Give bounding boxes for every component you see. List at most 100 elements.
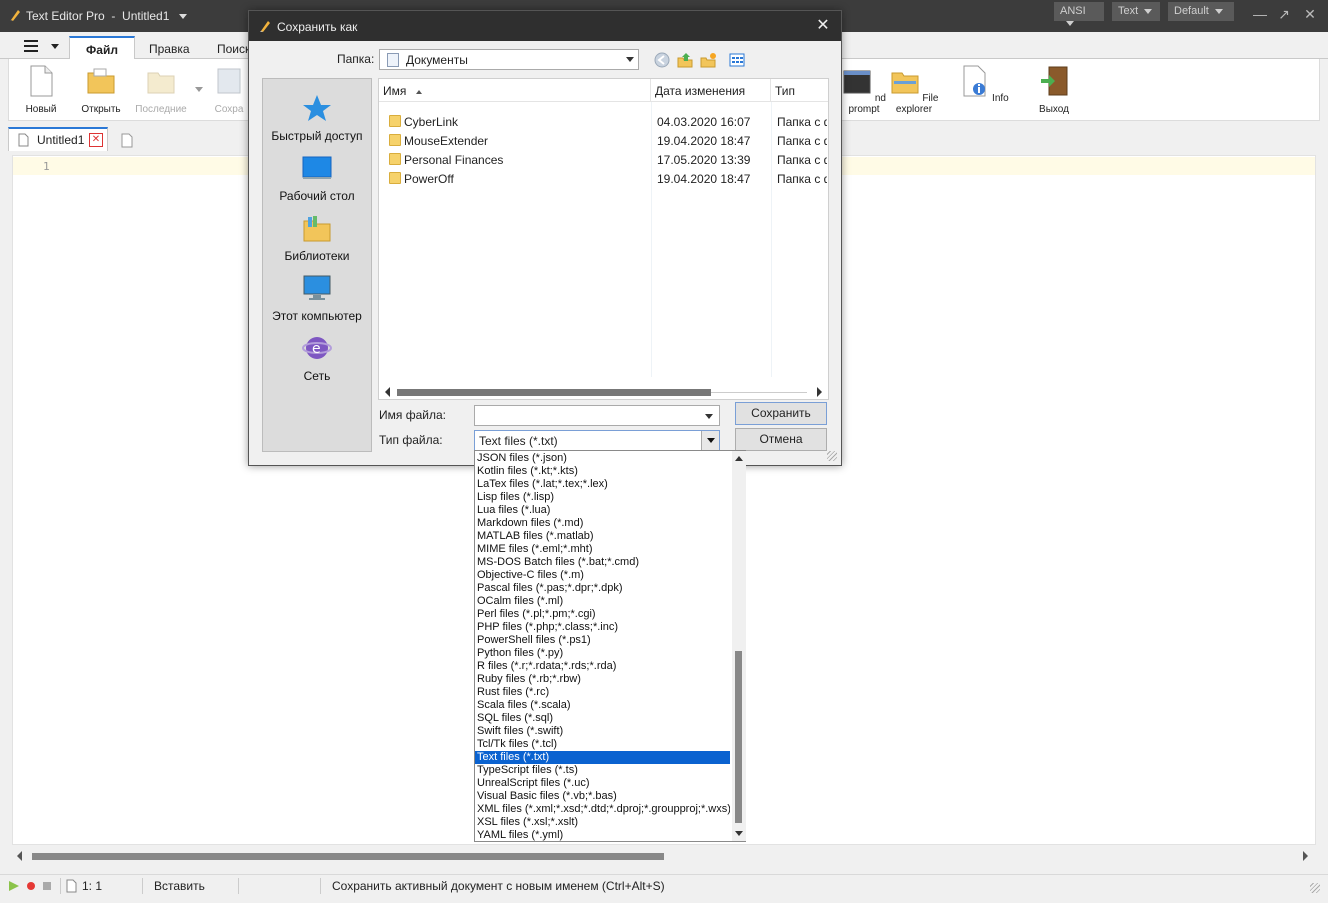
info-button[interactable]: Info: [954, 65, 1014, 104]
filetype-option[interactable]: OCalm files (*.ml): [475, 595, 730, 608]
filetype-option[interactable]: Markdown files (*.md): [475, 517, 730, 530]
info-icon: [963, 65, 986, 97]
maximize-button[interactable]: ↗: [1276, 6, 1292, 22]
chevron-down-icon[interactable]: [705, 414, 713, 419]
column-date[interactable]: Дата изменения: [651, 79, 771, 102]
scroll-up-icon[interactable]: [735, 456, 743, 461]
scroll-down-icon[interactable]: [735, 831, 743, 836]
filetype-option[interactable]: Ruby files (*.rb;*.rbw): [475, 673, 730, 686]
column-name[interactable]: Имя: [379, 79, 651, 102]
place-quick-access[interactable]: Быстрый доступ: [263, 93, 371, 143]
column-type[interactable]: Тип: [771, 79, 828, 102]
scrollbar-thumb[interactable]: [397, 389, 711, 396]
tab-file[interactable]: Файл: [69, 36, 135, 60]
filetype-option[interactable]: XSL files (*.xsl;*.xslt): [475, 816, 730, 829]
filetype-option[interactable]: Swift files (*.swift): [475, 725, 730, 738]
stop-macro-icon[interactable]: [42, 881, 52, 891]
folder-selector[interactable]: Документы: [379, 49, 639, 70]
filetype-option[interactable]: PowerShell files (*.ps1): [475, 634, 730, 647]
filetype-option[interactable]: MATLAB files (*.matlab): [475, 530, 730, 543]
filetype-option[interactable]: Visual Basic files (*.vb;*.bas): [475, 790, 730, 803]
back-icon[interactable]: [654, 52, 670, 68]
new-button[interactable]: Новый: [11, 65, 71, 115]
theme-selector[interactable]: Default: [1168, 2, 1234, 21]
encoding-selector[interactable]: ANSI: [1054, 2, 1104, 26]
filetype-option[interactable]: JSON files (*.json): [475, 452, 730, 465]
filetype-dropdown-list[interactable]: JSON files (*.json) Kotlin files (*.kt;*.…: [474, 450, 746, 842]
filetype-option[interactable]: Pascal files (*.pas;*.dpr;*.dpk): [475, 582, 730, 595]
scroll-left-icon[interactable]: [385, 387, 390, 397]
new-folder-icon[interactable]: [700, 52, 716, 68]
dialog-close-button[interactable]: ✕: [813, 16, 833, 36]
filetype-option[interactable]: LaTex files (*.lat;*.tex;*.lex): [475, 478, 730, 491]
filetype-option[interactable]: Perl files (*.pl;*.pm;*.cgi): [475, 608, 730, 621]
open-button[interactable]: Открыть: [71, 65, 131, 115]
filetype-option[interactable]: UnrealScript files (*.uc): [475, 777, 730, 790]
document-tab[interactable]: Untitled1 ✕: [8, 127, 108, 151]
file-explorer-button[interactable]: File explorer: [884, 65, 944, 115]
line-number: 1: [43, 160, 50, 173]
resize-grip[interactable]: [827, 451, 837, 461]
recent-button[interactable]: Последние: [131, 65, 191, 115]
record-macro-icon[interactable]: [26, 881, 36, 891]
syntax-selector[interactable]: Text: [1112, 2, 1160, 21]
close-window-button[interactable]: ✕: [1302, 6, 1318, 22]
file-row[interactable]: Personal Finances 17.05.2020 13:39 Папка…: [379, 150, 828, 169]
filetype-option[interactable]: TypeScript files (*.ts): [475, 764, 730, 777]
filename-field[interactable]: [474, 405, 720, 426]
minimize-button[interactable]: —: [1252, 6, 1268, 22]
file-list-horizontal-scrollbar[interactable]: [379, 385, 828, 399]
resize-grip[interactable]: [1310, 883, 1320, 893]
divider: [142, 878, 143, 894]
filetype-option[interactable]: MS-DOS Batch files (*.bat;*.cmd): [475, 556, 730, 569]
filetype-option[interactable]: R files (*.r;*.rdata;*.rds;*.rda): [475, 660, 730, 673]
filetype-option[interactable]: SQL files (*.sql): [475, 712, 730, 725]
file-row[interactable]: CyberLink 04.03.2020 16:07 Папка с ф: [379, 112, 828, 131]
filetype-option[interactable]: Tcl/Tk files (*.tcl): [475, 738, 730, 751]
file-list[interactable]: Имя Дата изменения Тип CyberLink 04.03.2…: [378, 78, 829, 400]
filetype-option[interactable]: Lua files (*.lua): [475, 504, 730, 517]
filetype-option[interactable]: Lisp files (*.lisp): [475, 491, 730, 504]
filetype-option[interactable]: Objective-C files (*.m): [475, 569, 730, 582]
filetype-option[interactable]: XML files (*.xml;*.xsd;*.dtd;*.dproj;*.g…: [475, 803, 730, 816]
filetype-option[interactable]: Rust files (*.rc): [475, 686, 730, 699]
tab-edit[interactable]: Правка: [136, 36, 202, 60]
file-row[interactable]: MouseExtender 19.04.2020 18:47 Папка с ф: [379, 131, 828, 150]
place-network[interactable]: e Сеть: [263, 333, 371, 383]
new-tab-icon[interactable]: [121, 133, 133, 148]
filetype-option[interactable]: Text files (*.txt): [475, 751, 730, 764]
dropdown-vertical-scrollbar[interactable]: [732, 451, 746, 841]
filetype-option[interactable]: YAML files (*.yml): [475, 829, 730, 842]
view-menu-icon[interactable]: [729, 52, 745, 68]
insert-mode[interactable]: Вставить: [154, 879, 205, 893]
cancel-button[interactable]: Отмена: [735, 428, 827, 451]
scroll-right-icon[interactable]: [817, 387, 822, 397]
filetype-option[interactable]: MIME files (*.eml;*.mht): [475, 543, 730, 556]
filetype-selector[interactable]: Text files (*.txt): [474, 430, 720, 451]
chevron-down-icon[interactable]: [178, 14, 187, 20]
tab-search[interactable]: Поиск: [204, 36, 254, 60]
hamburger-menu-button[interactable]: [14, 37, 62, 55]
filetype-option[interactable]: Python files (*.py): [475, 647, 730, 660]
filename-input[interactable]: [475, 406, 695, 425]
scrollbar-thumb[interactable]: [32, 853, 664, 860]
scroll-right-icon[interactable]: [1303, 851, 1308, 861]
play-macro-icon[interactable]: [8, 880, 20, 892]
chevron-down-icon[interactable]: [195, 87, 203, 93]
save-button[interactable]: Сохранить: [735, 402, 827, 425]
editor-horizontal-scrollbar[interactable]: [12, 848, 1316, 864]
place-this-pc[interactable]: Этот компьютер: [263, 273, 371, 323]
save-button-ribbon[interactable]: Сохра: [209, 65, 249, 115]
scroll-left-icon[interactable]: [17, 851, 22, 861]
filetype-option[interactable]: Kotlin files (*.kt;*.kts): [475, 465, 730, 478]
exit-button[interactable]: Выход: [1024, 65, 1084, 115]
close-tab-icon[interactable]: ✕: [89, 133, 103, 147]
file-row[interactable]: PowerOff 19.04.2020 18:47 Папка с ф: [379, 169, 828, 188]
place-desktop[interactable]: Рабочий стол: [263, 153, 371, 203]
filetype-option[interactable]: Scala files (*.scala): [475, 699, 730, 712]
dropdown-button[interactable]: [701, 431, 719, 450]
place-libraries[interactable]: Библиотеки: [263, 213, 371, 263]
filetype-option[interactable]: PHP files (*.php;*.class;*.inc): [475, 621, 730, 634]
scrollbar-thumb[interactable]: [735, 651, 742, 823]
up-folder-icon[interactable]: [677, 52, 693, 68]
